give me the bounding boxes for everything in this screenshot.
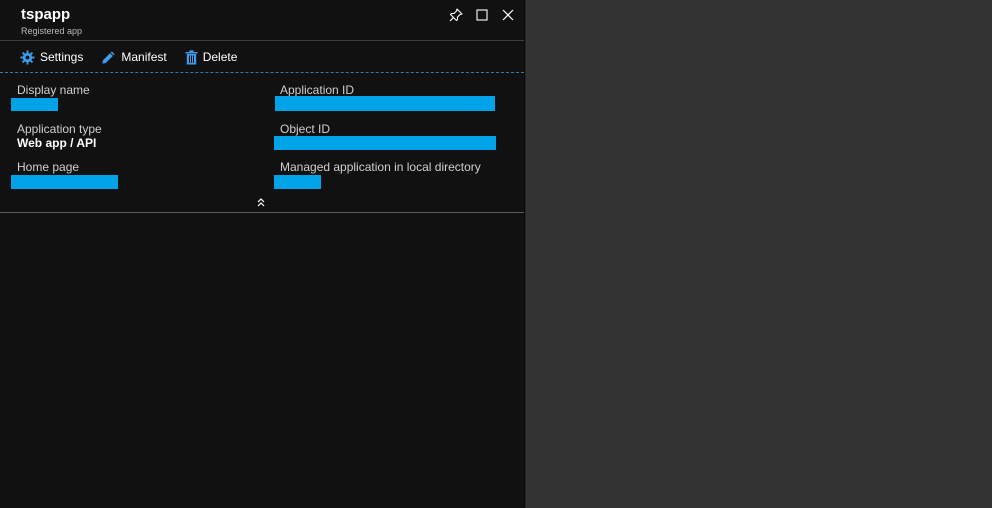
manifest-label: Manifest [121, 50, 167, 64]
maximize-icon[interactable] [472, 6, 492, 24]
delete-label: Delete [202, 50, 238, 64]
application-id-value-redacted[interactable] [275, 96, 495, 111]
registered-app-blade: tspapp Registered app Settings Manifest … [0, 0, 525, 508]
blade-window-controls [446, 6, 518, 24]
object-id-value-redacted[interactable] [274, 136, 496, 150]
display-name-field: Display name [17, 83, 90, 97]
application-id-label: Application ID [280, 83, 355, 97]
home-page-value-redacted[interactable] [11, 175, 118, 189]
home-page-field: Home page [17, 160, 79, 174]
collapse-essentials-button[interactable] [254, 196, 268, 210]
object-id-field: Object ID [280, 122, 330, 136]
blade-subtitle: Registered app [21, 26, 83, 36]
essentials-panel: Display name Application type Web app / … [0, 73, 524, 213]
object-id-label: Object ID [280, 122, 331, 136]
display-name-label: Display name [17, 83, 90, 97]
pencil-icon [101, 50, 116, 65]
trash-icon [185, 49, 198, 65]
gear-icon [20, 49, 35, 65]
application-type-field: Application type Web app / API [17, 122, 102, 150]
application-id-field: Application ID [280, 83, 354, 97]
close-icon[interactable] [498, 6, 518, 24]
manifest-button[interactable]: Manifest [101, 50, 167, 65]
blade-header: tspapp Registered app [0, 0, 524, 41]
application-type-label: Application type [17, 122, 102, 136]
application-type-value: Web app / API [17, 136, 97, 150]
settings-label: Settings [40, 50, 84, 64]
settings-button[interactable]: Settings [20, 49, 84, 65]
managed-application-field: Managed application in local directory [280, 160, 481, 174]
empty-workspace [526, 0, 992, 508]
home-page-label: Home page [17, 160, 80, 174]
blade-title: tspapp [21, 6, 71, 23]
pin-icon[interactable] [446, 6, 466, 24]
managed-application-label: Managed application in local directory [280, 160, 481, 174]
delete-button[interactable]: Delete [185, 49, 238, 65]
double-chevron-up-icon [256, 194, 266, 212]
command-bar: Settings Manifest Delete [0, 42, 524, 73]
display-name-value-redacted[interactable] [11, 98, 58, 111]
managed-application-value-redacted[interactable] [274, 175, 321, 189]
